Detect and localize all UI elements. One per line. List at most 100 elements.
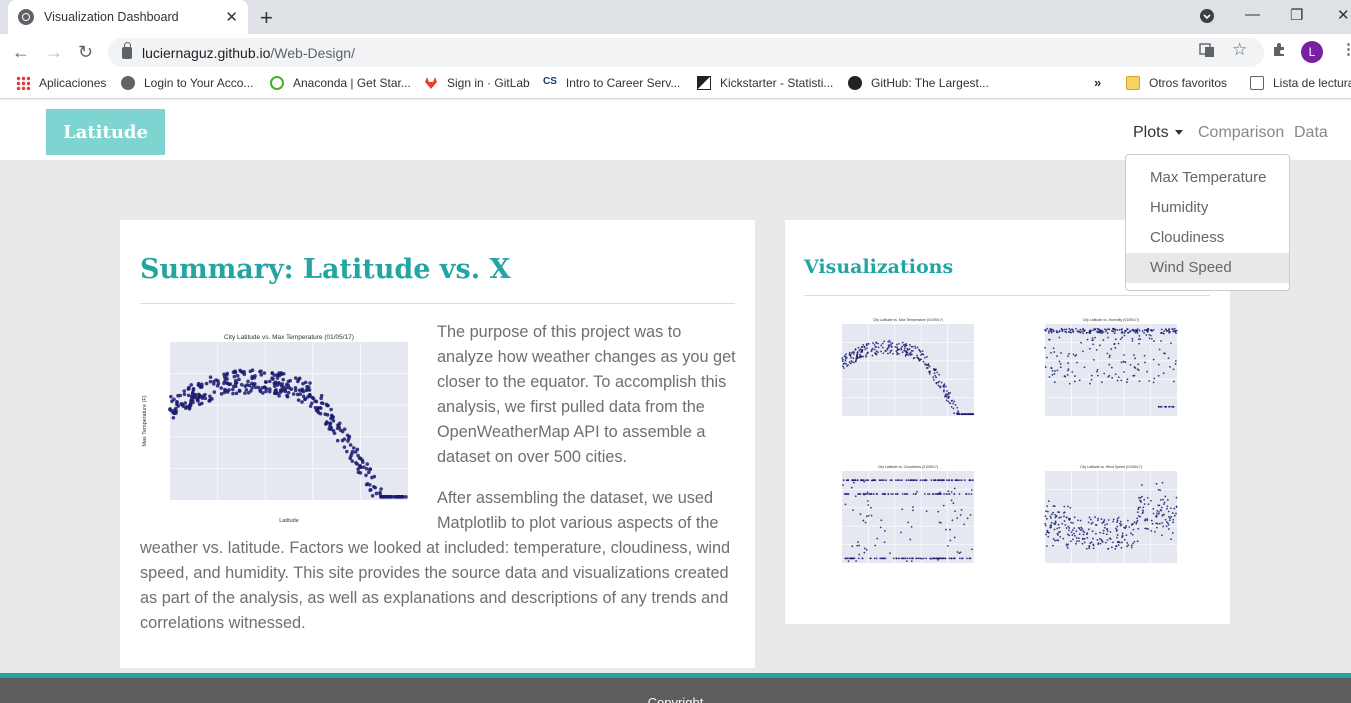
humidity-thumbnail[interactable]: City Latitude vs. Humidity (01/05/17) [1033,318,1183,428]
data-point [1074,355,1077,357]
restore-icon[interactable]: ❐ [1290,6,1303,24]
data-point [937,381,940,384]
data-point [1161,481,1164,484]
data-point [1046,327,1049,330]
bookmark-kickstarter[interactable]: Kickstarter - Statisti... [697,76,833,90]
data-point [1107,519,1110,521]
brand-logo[interactable]: Latitude [46,109,165,155]
data-point [901,351,904,354]
data-point [954,404,957,406]
data-point [1170,538,1172,541]
data-point [1074,534,1076,537]
data-point [1162,372,1165,375]
dropdown-item-wind-speed[interactable]: Wind Speed [1126,253,1289,283]
data-point [1096,368,1099,371]
back-icon[interactable]: ← [12,42,30,63]
data-point [934,374,937,377]
dropdown-item-max-temperature[interactable]: Max Temperature [1126,163,1289,193]
dropdown-item-humidity[interactable]: Humidity [1126,193,1289,223]
data-point [351,446,356,450]
cloudiness-thumbnail[interactable]: City Latitude vs. Cloudiness (01/05/17) [830,465,980,575]
data-point [1163,513,1165,516]
bookmark-login[interactable]: Login to Your Acco... [121,76,253,90]
data-point [1097,374,1099,377]
more-bookmarks-icon[interactable]: » [1094,75,1101,90]
data-point [901,479,903,482]
bookmark-github[interactable]: GitHub: The Largest... [848,76,989,90]
profile-avatar[interactable]: L [1301,41,1323,63]
data-point [856,354,859,356]
data-point [1088,347,1091,350]
bookmark-apps[interactable]: Aplicaciones [16,76,106,90]
nav-data[interactable]: Data [1294,124,1328,142]
data-point [306,395,310,399]
data-point [1052,347,1055,350]
data-point [873,557,876,560]
data-point [340,438,345,443]
data-point [1146,497,1149,499]
translate-icon[interactable] [1199,42,1215,62]
data-point [950,491,953,493]
close-window-icon[interactable]: ✕ [1337,6,1350,24]
data-point [252,375,257,380]
data-point [1142,511,1144,513]
nav-plots[interactable]: Plots [1133,124,1183,142]
data-point [942,479,945,482]
data-point [1049,328,1052,330]
nav-comparison[interactable]: Comparison [1198,124,1284,142]
data-point [906,493,909,495]
bookmark-anaconda[interactable]: Anaconda | Get Star... [270,76,411,90]
data-point [201,394,206,398]
data-point [225,377,229,381]
data-point [1100,538,1103,541]
minimize-icon[interactable]: — [1245,6,1260,23]
data-point [1120,379,1123,382]
bookmark-career[interactable]: CS Intro to Career Serv... [543,76,680,90]
data-point [1087,528,1090,531]
data-point [966,557,968,560]
data-point [1058,336,1061,339]
data-point [1057,523,1060,526]
bookmark-gitlab[interactable]: Sign in · GitLab [424,76,530,90]
bookmark-otros-favoritos[interactable]: Otros favoritos [1126,76,1227,90]
url-bar[interactable]: luciernaguz.github.io/Web-Design/ [108,38,1264,67]
new-tab-icon[interactable]: + [260,5,273,31]
data-point [923,493,926,495]
bookmark-label: Otros favoritos [1149,76,1228,90]
data-point [1166,505,1169,508]
data-point [875,346,878,348]
site-navbar: Latitude Plots Comparison Data [0,100,1351,160]
data-point [1106,523,1108,525]
data-point [1063,328,1066,331]
browser-tab[interactable]: Visualization Dashboard ✕ [8,0,248,34]
forward-icon[interactable]: → [45,42,63,63]
star-icon[interactable]: ☆ [1232,40,1247,60]
bookmark-reading-list[interactable]: Lista de lectura [1250,76,1351,90]
temperature-thumbnail[interactable]: City Latitude vs. Max Temperature (01/05… [830,318,980,428]
bookmark-label: Anaconda | Get Star... [293,76,411,90]
data-point [1102,339,1105,341]
data-point [1068,382,1071,385]
data-point [944,393,947,396]
data-point [1152,358,1155,361]
data-point [1153,377,1156,380]
data-point [267,389,272,394]
data-point [1051,328,1054,331]
data-point [270,371,275,375]
wind-speed-thumbnail[interactable]: City Latitude vs. Wind Speed (01/05/17) [1033,465,1183,575]
close-tab-icon[interactable]: ✕ [225,8,238,26]
data-point [186,393,191,398]
dropdown-item-cloudiness[interactable]: Cloudiness [1126,223,1289,253]
menu-dots-icon[interactable]: ⋮ [1341,40,1351,58]
data-point [867,342,870,345]
data-point [925,510,928,512]
data-point [1138,329,1141,332]
data-point [1088,516,1091,519]
max-temperature-plot-image[interactable]: City Latitude vs. Max Temperature (01/05… [140,324,417,524]
data-point [318,411,323,416]
reload-icon[interactable]: ↻ [78,42,93,63]
data-point [1133,354,1135,357]
bookmark-label: Sign in · GitLab [447,76,530,90]
extensions-icon[interactable] [1271,41,1287,61]
tab-search-icon[interactable] [1199,8,1215,28]
